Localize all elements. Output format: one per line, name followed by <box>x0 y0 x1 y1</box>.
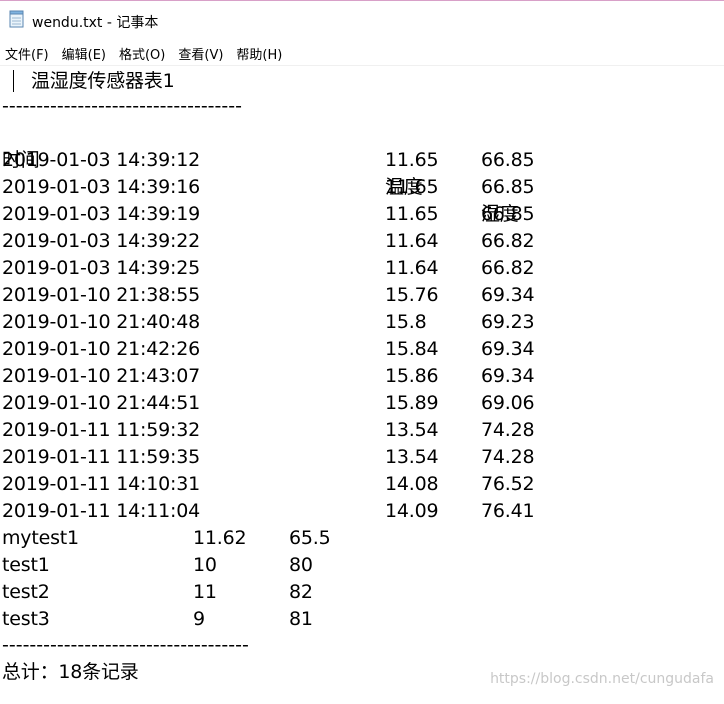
total-count: 总计：18条记录 <box>2 661 139 683</box>
separator-top: ----------------------------------- <box>2 95 242 117</box>
table-row: 2019-01-03 14:39:16 11.65 66.85 <box>2 174 722 201</box>
separator-bottom: ------------------------------------ <box>2 634 249 656</box>
cell-temp: 13.54 <box>385 446 439 468</box>
cell-name: test1 <box>2 554 50 576</box>
table-row: 2019-01-03 14:39:25 11.64 66.82 <box>2 255 722 282</box>
cell-time: 2019-01-03 14:39:25 <box>2 257 200 279</box>
cell-humidity: 74.28 <box>481 446 535 468</box>
menu-format[interactable]: 格式(O) <box>119 44 165 63</box>
cell-temp: 15.84 <box>385 338 439 360</box>
test-row: test3 9 81 <box>2 606 722 633</box>
cell-humidity: 66.85 <box>481 149 535 171</box>
table-row: 2019-01-03 14:39:19 11.65 66.85 <box>2 201 722 228</box>
cell-temp: 14.09 <box>385 500 439 522</box>
table-row: 2019-01-10 21:42:26 15.84 69.34 <box>2 336 722 363</box>
cell-time: 2019-01-10 21:40:48 <box>2 311 200 333</box>
cell-temp: 11.64 <box>385 257 439 279</box>
cell-time: 2019-01-11 14:11:04 <box>2 500 200 522</box>
table-row: 2019-01-11 14:10:31 14.08 76.52 <box>2 471 722 498</box>
cell-name: test3 <box>2 608 50 630</box>
cell-temp: 15.76 <box>385 284 439 306</box>
cell-time: 2019-01-11 14:10:31 <box>2 473 200 495</box>
test-row: test1 10 80 <box>2 552 722 579</box>
table-row: 2019-01-10 21:44:51 15.89 69.06 <box>2 390 722 417</box>
cell-temp: 11.65 <box>385 176 439 198</box>
cell-time: 2019-01-03 14:39:22 <box>2 230 200 252</box>
cell-temp: 9 <box>193 608 205 630</box>
cell-temp: 15.8 <box>385 311 427 333</box>
menu-file[interactable]: 文件(F) <box>5 44 49 63</box>
table-row: 2019-01-03 14:39:22 11.64 66.82 <box>2 228 722 255</box>
table-row: 2019-01-10 21:38:55 15.76 69.34 <box>2 282 722 309</box>
cell-temp: 11.64 <box>385 230 439 252</box>
cell-time: 2019-01-10 21:43:07 <box>2 365 200 387</box>
cell-humidity: 80 <box>289 554 313 576</box>
cell-temp: 15.86 <box>385 365 439 387</box>
menu-help[interactable]: 帮助(H) <box>236 44 282 63</box>
cell-humidity: 76.41 <box>481 500 535 522</box>
cell-temp: 11.65 <box>385 203 439 225</box>
cell-temp: 10 <box>193 554 217 576</box>
cell-temp: 11 <box>193 581 217 603</box>
cell-temp: 13.54 <box>385 419 439 441</box>
cell-time: 2019-01-03 14:39:12 <box>2 149 200 171</box>
text-editor-area[interactable]: 温湿度传感器表1 -------------------------------… <box>0 66 724 704</box>
cell-humidity: 69.23 <box>481 311 535 333</box>
cell-humidity: 81 <box>289 608 313 630</box>
cell-temp: 11.65 <box>385 149 439 171</box>
title-bar[interactable]: wendu.txt - 记事本 <box>0 1 724 39</box>
table-row: 2019-01-03 14:39:12 11.65 66.85 <box>2 147 722 174</box>
cell-time: 2019-01-03 14:39:16 <box>2 176 200 198</box>
cell-humidity: 66.82 <box>481 230 535 252</box>
cell-humidity: 65.5 <box>289 527 331 549</box>
text-caret <box>13 70 14 92</box>
cell-humidity: 66.85 <box>481 203 535 225</box>
cell-humidity: 66.82 <box>481 257 535 279</box>
cell-humidity: 76.52 <box>481 473 535 495</box>
cell-temp: 15.89 <box>385 392 439 414</box>
table-row: 2019-01-11 11:59:35 13.54 74.28 <box>2 444 722 471</box>
table-row: 2019-01-11 11:59:32 13.54 74.28 <box>2 417 722 444</box>
test-row: test2 11 82 <box>2 579 722 606</box>
cell-humidity: 82 <box>289 581 313 603</box>
cell-time: 2019-01-10 21:42:26 <box>2 338 200 360</box>
menu-view[interactable]: 查看(V) <box>178 44 223 63</box>
cell-time: 2019-01-10 21:44:51 <box>2 392 200 414</box>
table-row: 2019-01-11 14:11:04 14.09 76.41 <box>2 498 722 525</box>
window-title: wendu.txt - 记事本 <box>32 15 159 31</box>
table-row: 2019-01-10 21:40:48 15.8 69.23 <box>2 309 722 336</box>
cell-humidity: 69.34 <box>481 365 535 387</box>
cell-humidity: 69.34 <box>481 284 535 306</box>
menu-bar: 文件(F) 编辑(E) 格式(O) 查看(V) 帮助(H) <box>0 42 295 64</box>
cell-humidity: 69.06 <box>481 392 535 414</box>
cell-humidity: 66.85 <box>481 176 535 198</box>
notepad-window: wendu.txt - 记事本 文件(F) 编辑(E) 格式(O) 查看(V) … <box>0 0 724 704</box>
cell-time: 2019-01-03 14:39:19 <box>2 203 200 225</box>
document-heading: 温湿度传感器表1 <box>31 70 175 92</box>
cell-time: 2019-01-11 11:59:32 <box>2 419 200 441</box>
header-row: 时间 温度 湿度 <box>2 120 722 225</box>
menu-edit[interactable]: 编辑(E) <box>62 44 106 63</box>
cell-humidity: 69.34 <box>481 338 535 360</box>
cell-temp: 14.08 <box>385 473 439 495</box>
cell-humidity: 74.28 <box>481 419 535 441</box>
watermark: https://blog.csdn.net/cungudafa <box>490 671 714 687</box>
notepad-icon <box>9 10 25 28</box>
table-row: 2019-01-10 21:43:07 15.86 69.34 <box>2 363 722 390</box>
cell-time: 2019-01-11 11:59:35 <box>2 446 200 468</box>
cell-time: 2019-01-10 21:38:55 <box>2 284 200 306</box>
cell-name: mytest1 <box>2 527 79 549</box>
cell-name: test2 <box>2 581 50 603</box>
cell-temp: 11.62 <box>193 527 247 549</box>
test-row: mytest1 11.62 65.5 <box>2 525 722 552</box>
